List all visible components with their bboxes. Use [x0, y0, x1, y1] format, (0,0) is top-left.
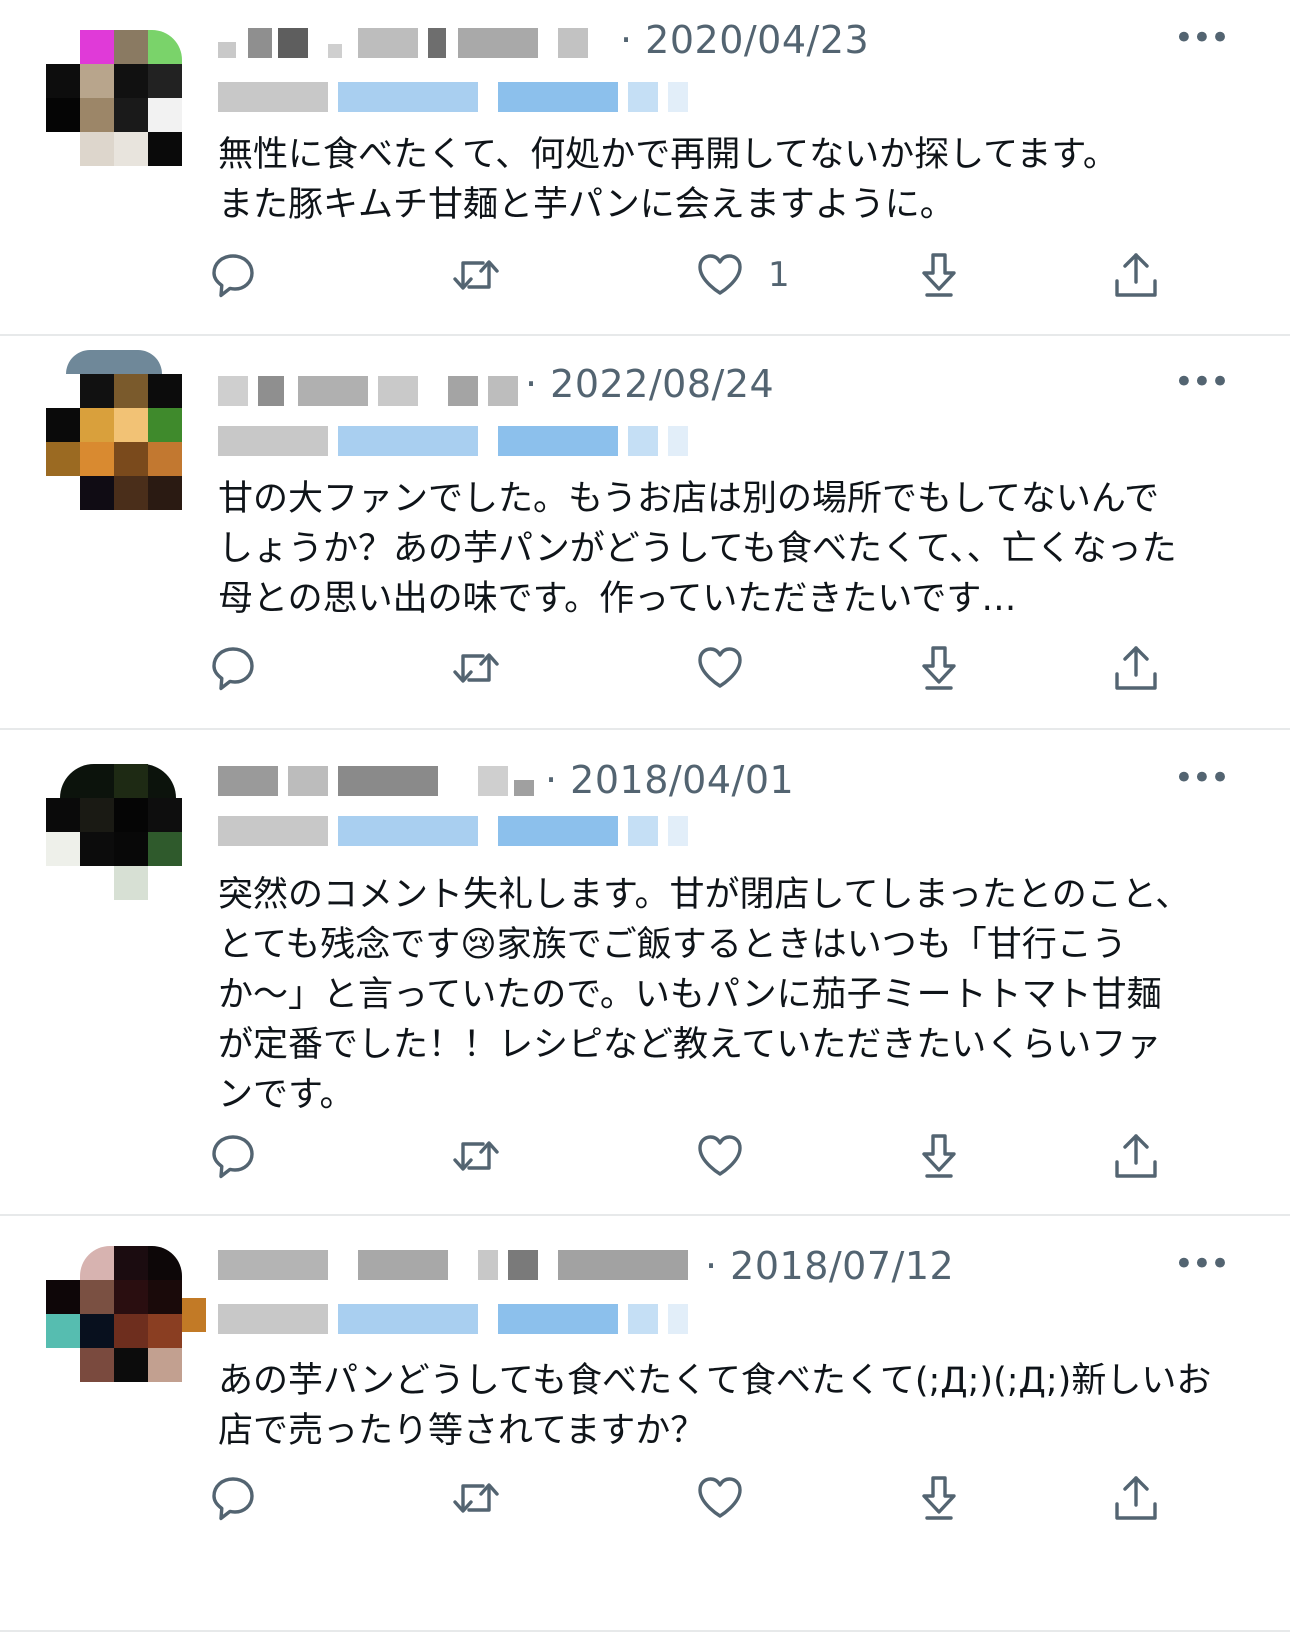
share-button[interactable] [1110, 1126, 1162, 1186]
share-button[interactable] [1110, 1468, 1162, 1528]
avatar[interactable] [46, 1246, 206, 1382]
download-button[interactable] [913, 1468, 965, 1528]
download-button[interactable] [913, 638, 965, 698]
like-button[interactable] [694, 1468, 746, 1528]
share-icon [1115, 1134, 1157, 1178]
share-button[interactable] [1110, 245, 1162, 305]
download-icon [922, 1476, 956, 1520]
download-icon [922, 1134, 956, 1178]
retweet-button[interactable] [450, 1468, 502, 1528]
tweet-text: あの芋パンどうしても食べたくて食べたくて(;Д;)(;Д;)新しいお店で売ったり… [218, 1361, 1212, 1451]
reply-button[interactable] [207, 1126, 259, 1186]
retweet-icon [453, 1483, 499, 1513]
more-icon[interactable]: ••• [1174, 761, 1230, 795]
avatar[interactable] [46, 350, 182, 510]
tweet[interactable]: · 2022/08/24 ••• 甘の大ファンでした。もうお店は別の場所でもして… [0, 336, 1290, 728]
tweet-actions [0, 1468, 1290, 1528]
handle-censored[interactable] [218, 82, 728, 112]
tweet[interactable]: · 2018/07/12 ••• あの芋パンどうしても食べたくて食べたくて(;Д… [0, 1216, 1290, 1556]
reply-icon [212, 1135, 254, 1179]
display-name-censored[interactable] [218, 28, 618, 58]
retweet-icon [453, 260, 499, 290]
heart-icon [698, 647, 742, 688]
more-icon[interactable]: ••• [1174, 365, 1230, 399]
like-button[interactable] [694, 638, 746, 698]
heart-icon [698, 254, 742, 295]
like-button[interactable]: 1 [694, 245, 790, 305]
download-button[interactable] [913, 1126, 965, 1186]
display-name-censored[interactable] [218, 766, 548, 796]
tweet-date[interactable]: · 2018/04/01 [545, 758, 794, 802]
retweet-button[interactable] [450, 638, 502, 698]
heart-icon [698, 1135, 742, 1176]
tweet-date[interactable]: · 2020/04/23 [620, 18, 869, 62]
download-button[interactable] [913, 245, 965, 305]
reply-icon [212, 254, 254, 298]
more-icon[interactable]: ••• [1174, 21, 1230, 55]
reply-button[interactable] [207, 638, 259, 698]
divider [0, 1630, 1290, 1632]
retweet-button[interactable] [450, 245, 502, 305]
download-icon [922, 646, 956, 690]
avatar[interactable] [46, 30, 182, 166]
tweet-actions [0, 1126, 1290, 1186]
tweet[interactable]: · 2018/04/01 ••• 突然のコメント失礼します。甘が閉店してしまった… [0, 730, 1290, 1214]
share-button[interactable] [1110, 638, 1162, 698]
handle-censored[interactable] [218, 426, 728, 456]
retweet-button[interactable] [450, 1126, 502, 1186]
retweet-icon [453, 653, 499, 683]
reply-button[interactable] [207, 1468, 259, 1528]
handle-censored[interactable] [218, 816, 728, 846]
tweet-text: 突然のコメント失礼します。甘が閉店してしまったとのこと、とても残念です😢家族でご… [218, 875, 1191, 1115]
share-icon [1115, 253, 1157, 297]
tweet-text: 無性に食べたくて、何処かで再開してないか探してます。 また豚キムチ甘麺と芋パンに… [218, 135, 1118, 225]
tweet-actions: 1 [0, 245, 1290, 305]
tweet[interactable]: · 2020/04/23 ••• 無性に食べたくて、何処かで再開してないか探して… [0, 0, 1290, 335]
avatar[interactable] [46, 764, 182, 900]
handle-censored[interactable] [218, 1304, 728, 1334]
tweet-actions [0, 638, 1290, 698]
display-name-censored[interactable] [218, 376, 528, 406]
reply-icon [212, 1477, 254, 1521]
heart-icon [698, 1477, 742, 1518]
tweet-date[interactable]: · 2022/08/24 [525, 362, 774, 406]
share-icon [1115, 1476, 1157, 1520]
tweet-date[interactable]: · 2018/07/12 [705, 1244, 954, 1288]
display-name-censored[interactable] [218, 1250, 708, 1280]
download-icon [922, 253, 956, 297]
more-icon[interactable]: ••• [1174, 1247, 1230, 1281]
tweet-text: 甘の大ファンでした。もうお店は別の場所でもしてないんでしょうか？あの芋パンがどう… [218, 479, 1177, 619]
reply-icon [212, 647, 254, 691]
retweet-icon [453, 1141, 499, 1171]
like-button[interactable] [694, 1126, 746, 1186]
reply-button[interactable] [207, 245, 259, 305]
like-count: 1 [768, 255, 790, 295]
share-icon [1115, 646, 1157, 690]
